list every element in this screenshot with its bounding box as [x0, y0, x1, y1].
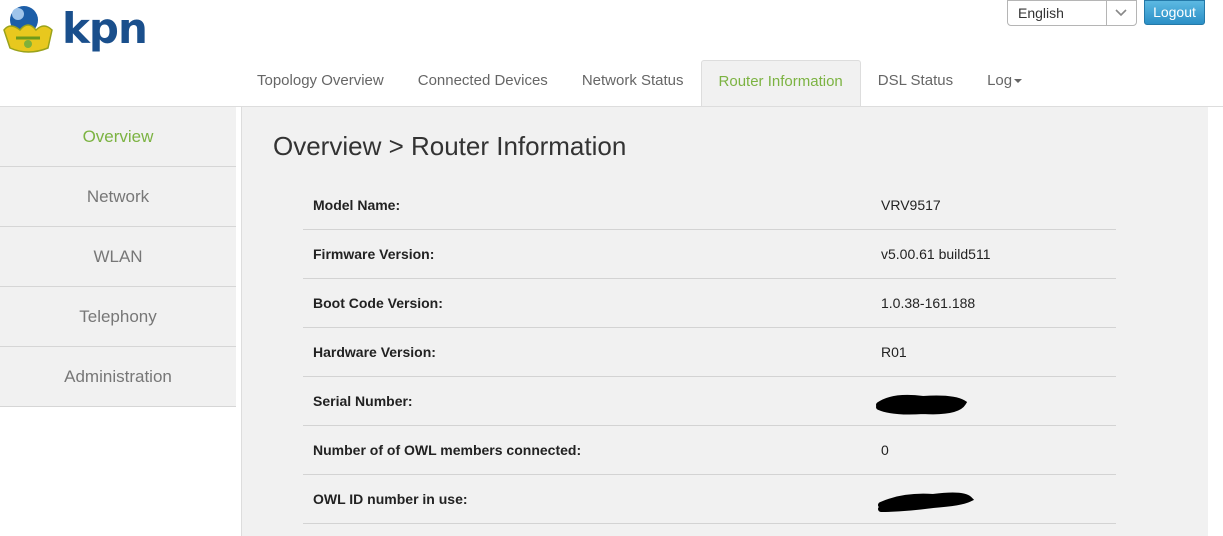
- info-value: R01: [881, 344, 907, 360]
- kpn-logo: kpn: [0, 0, 150, 64]
- tab-log[interactable]: Log: [970, 60, 1039, 106]
- tab-label: Network Status: [581, 72, 684, 89]
- tab-dsl-status[interactable]: DSL Status: [861, 60, 970, 106]
- info-label: Hardware Version:: [313, 344, 436, 360]
- chevron-down-icon: [1115, 9, 1127, 17]
- caret-down-icon: [1014, 79, 1023, 84]
- info-row-hardware-version: Hardware Version: R01: [303, 328, 1116, 377]
- tab-router-information[interactable]: Router Information: [700, 60, 861, 107]
- tab-label: Router Information: [718, 73, 843, 90]
- sidebar-item-wlan[interactable]: WLAN: [0, 227, 236, 287]
- sidebar-item-administration[interactable]: Administration: [0, 347, 236, 407]
- logout-button[interactable]: Logout: [1144, 0, 1205, 25]
- kpn-crown-icon: [3, 6, 53, 53]
- redaction-scribble: [878, 492, 975, 512]
- info-label: Firmware Version:: [313, 246, 435, 262]
- router-info-table: Model Name: VRV9517 Firmware Version: v5…: [303, 181, 1116, 524]
- info-row-serial-number: Serial Number:: [303, 377, 1116, 426]
- language-select[interactable]: English: [1007, 0, 1137, 26]
- info-value: VRV9517: [881, 197, 941, 213]
- info-row-owl-id-in-use: OWL ID number in use:: [303, 475, 1116, 524]
- info-value: 1.0.38-161.188: [881, 295, 976, 311]
- sidebar-item-network[interactable]: Network: [0, 167, 236, 227]
- top-tabs: Topology Overview Connected Devices Netw…: [240, 60, 1039, 107]
- tab-network-status[interactable]: Network Status: [565, 60, 701, 106]
- tab-connected-devices[interactable]: Connected Devices: [401, 60, 565, 106]
- info-row-boot-code-version: Boot Code Version: 1.0.38-161.188: [303, 279, 1116, 328]
- tab-label: Topology Overview: [257, 72, 384, 89]
- sidebar-item-overview[interactable]: Overview: [0, 107, 236, 167]
- info-label: Boot Code Version:: [313, 295, 443, 311]
- info-label: OWL ID number in use:: [313, 491, 468, 507]
- brand-name: kpn: [62, 4, 148, 53]
- info-row-owl-members-connected: Number of of OWL members connected: 0: [303, 426, 1116, 475]
- info-row-model-name: Model Name: VRV9517: [303, 181, 1116, 230]
- info-label: Number of of OWL members connected:: [313, 442, 582, 458]
- info-label: Model Name:: [313, 197, 401, 213]
- language-dropdown-toggle[interactable]: [1106, 1, 1136, 25]
- tab-topology-overview[interactable]: Topology Overview: [240, 60, 401, 106]
- info-value: v5.00.61 build511: [881, 246, 991, 262]
- info-row-firmware-version: Firmware Version: v5.00.61 build511: [303, 230, 1116, 279]
- info-label: Serial Number:: [313, 393, 413, 409]
- tab-label: Connected Devices: [417, 72, 548, 89]
- page-title: Overview > Router Information: [273, 131, 627, 161]
- tab-label: Log: [987, 72, 1013, 89]
- info-value: 0: [881, 442, 889, 458]
- sidebar-item-telephony[interactable]: Telephony: [0, 287, 236, 347]
- language-selected-value: English: [1018, 5, 1064, 21]
- main-panel: Overview > Router Information Model Name…: [241, 107, 1208, 536]
- tab-label: DSL Status: [877, 72, 954, 89]
- redaction-scribble: [876, 394, 968, 415]
- sidebar: Overview Network WLAN Telephony Administ…: [0, 107, 236, 407]
